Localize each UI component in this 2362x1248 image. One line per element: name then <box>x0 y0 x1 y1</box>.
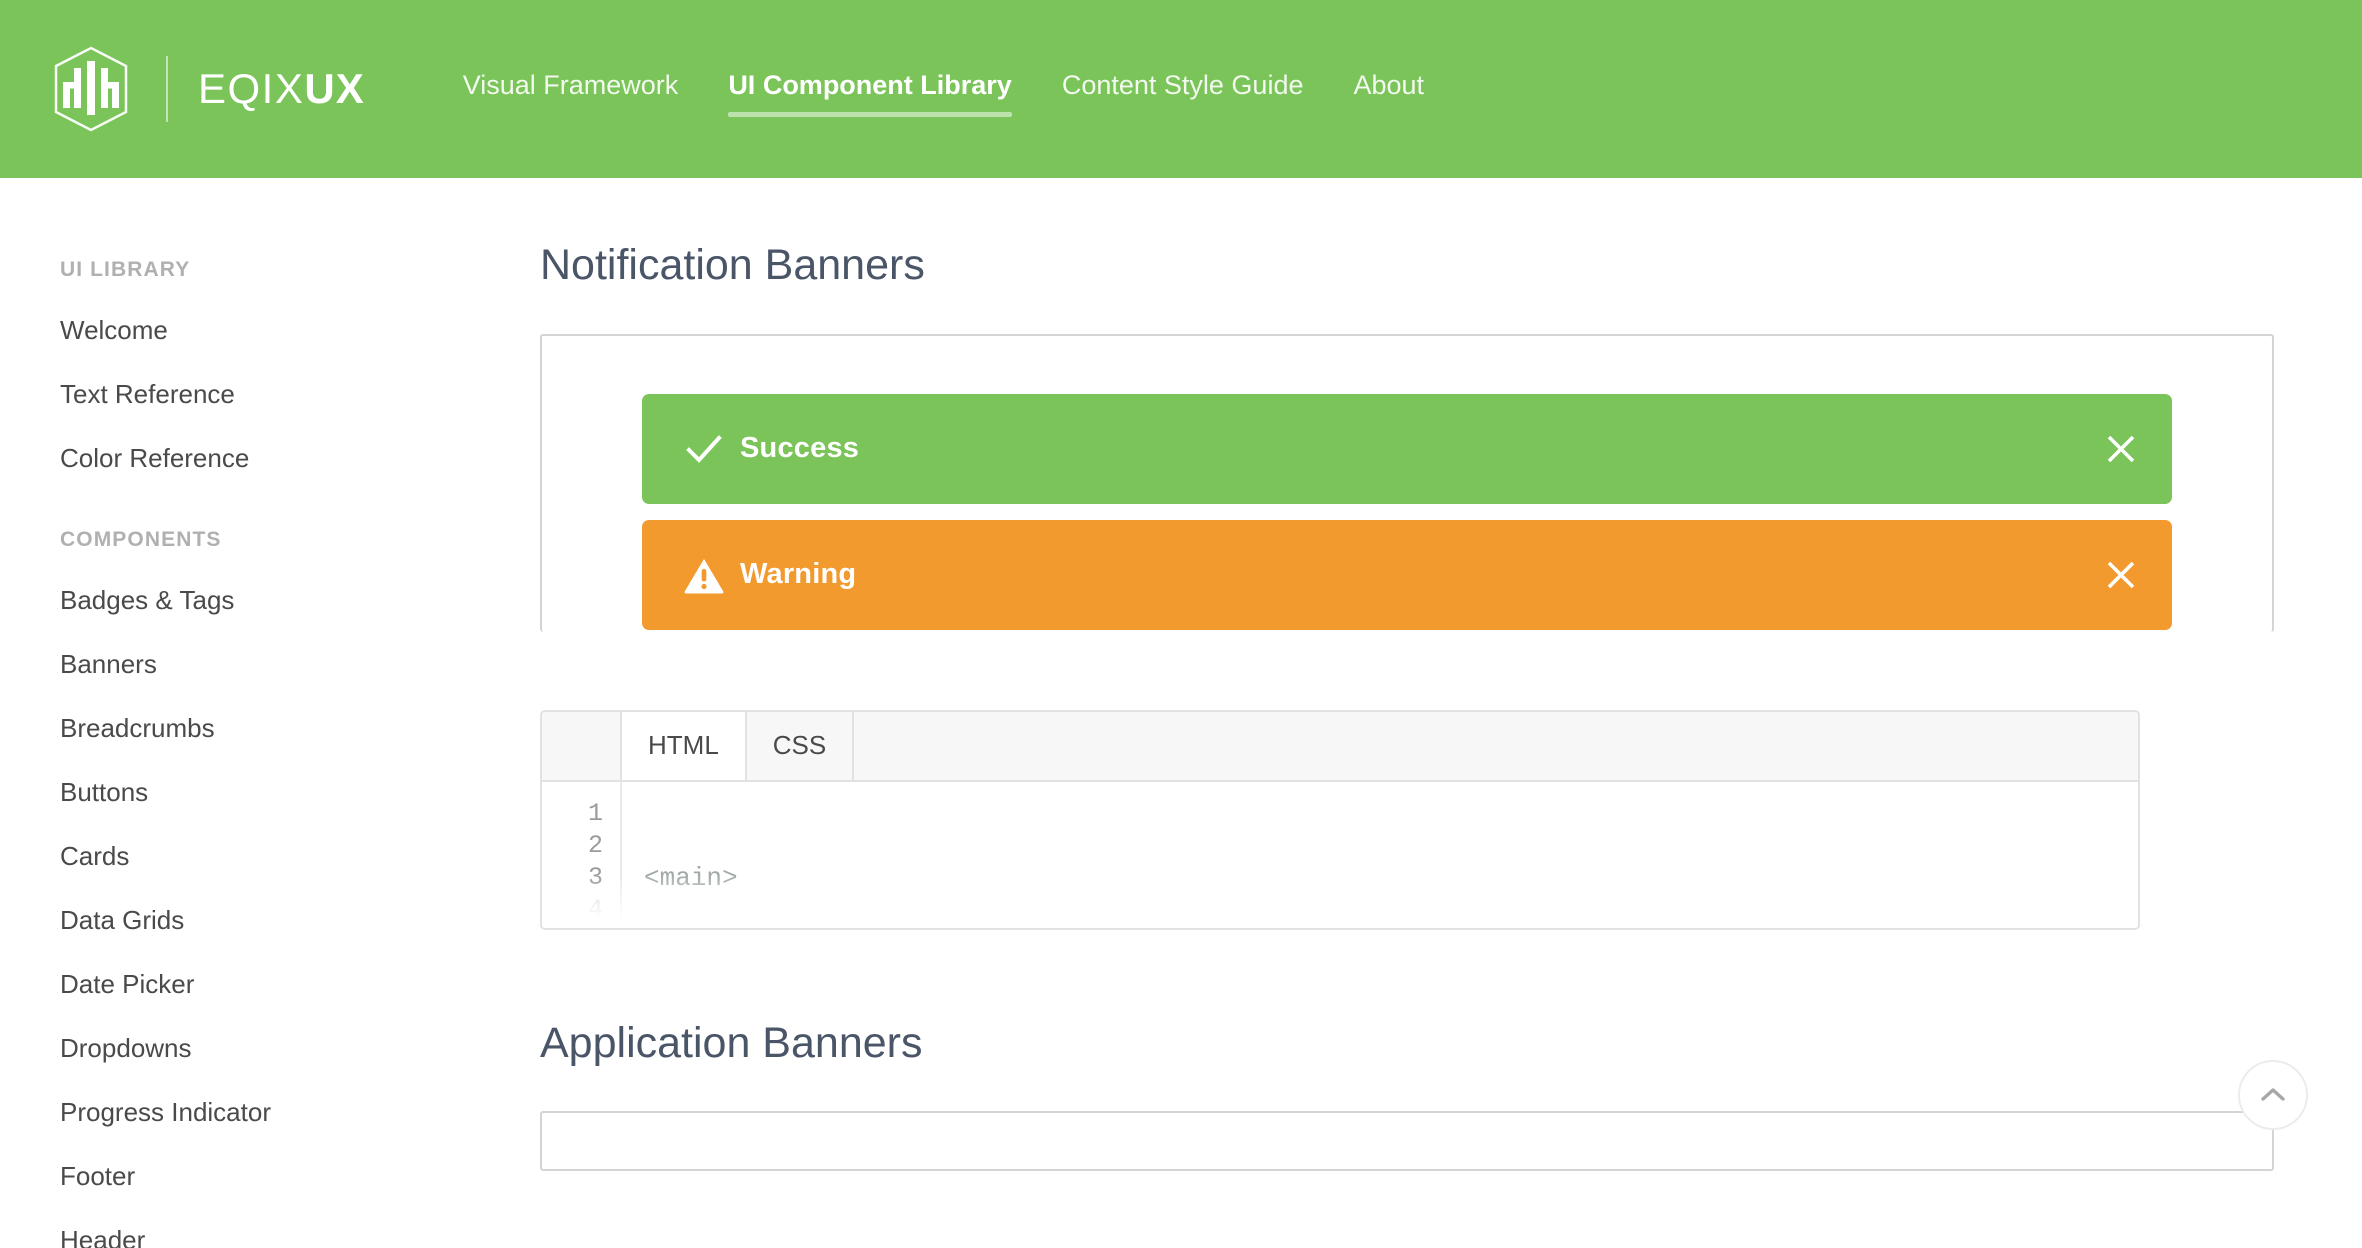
sidebar-item-color-reference[interactable]: Color Reference <box>60 434 540 482</box>
sidebar-item-data-grids[interactable]: Data Grids <box>60 896 540 944</box>
sidebar: UI LIBRARY Welcome Text Reference Color … <box>0 178 540 1248</box>
sidebar-item-header[interactable]: Header <box>60 1216 540 1248</box>
page-title-application-banners: Application Banners <box>540 1018 923 1067</box>
sidebar-item-progress-indicator[interactable]: Progress Indicator <box>60 1088 540 1136</box>
code-line-numbers: 1 2 3 4 5 <box>542 781 622 928</box>
chevron-up-icon <box>2256 1078 2290 1112</box>
sidebar-item-cards[interactable]: Cards <box>60 832 540 880</box>
line-number: 5 <box>542 926 603 928</box>
sidebar-group-components: COMPONENTS Badges & Tags Banners Breadcr… <box>60 528 540 1248</box>
code-sample-body: 1 2 3 4 5 <main> <div class="banner bann… <box>542 781 2138 928</box>
sidebar-item-dropdowns[interactable]: Dropdowns <box>60 1024 540 1072</box>
sidebar-item-footer[interactable]: Footer <box>60 1152 540 1200</box>
banner-warning-label: Warning <box>740 558 857 591</box>
sidebar-item-date-picker[interactable]: Date Picker <box>60 960 540 1008</box>
sidebar-item-text-reference[interactable]: Text Reference <box>60 370 540 418</box>
check-icon <box>682 427 726 471</box>
equinix-hex-logo-icon <box>48 46 134 132</box>
sidebar-item-breadcrumbs[interactable]: Breadcrumbs <box>60 704 540 752</box>
code-line: <main> <box>644 862 738 893</box>
tab-css[interactable]: CSS <box>746 711 855 780</box>
banner-warning-close-icon[interactable] <box>2098 552 2144 598</box>
line-number: 2 <box>587 830 603 860</box>
line-number: 1 <box>587 798 603 828</box>
sidebar-item-buttons[interactable]: Buttons <box>60 768 540 816</box>
code-sample: HTML CSS 1 2 3 4 5 <main> <div class="ba… <box>540 709 2140 930</box>
banner-success: Success <box>642 393 2172 504</box>
brand-name: EQIXUX <box>198 65 365 113</box>
code-tabs-filler <box>854 711 2138 780</box>
application-banners-demo-card <box>540 1111 2274 1172</box>
banner-success-body: Success <box>682 427 2098 471</box>
sidebar-item-welcome[interactable]: Welcome <box>60 306 540 354</box>
page-body: UI LIBRARY Welcome Text Reference Color … <box>0 178 2362 1248</box>
sidebar-item-badges-tags[interactable]: Badges & Tags <box>60 576 540 624</box>
nav-item-visual-framework[interactable]: Visual Framework <box>463 62 679 117</box>
code-line-content[interactable]: <main> <div class="banner banner-success… <box>622 782 2138 928</box>
sidebar-group-title-ui-library: UI LIBRARY <box>60 258 191 281</box>
brand-logo[interactable]: EQIXUX <box>48 39 365 139</box>
sidebar-group-title-components: COMPONENTS <box>60 528 222 551</box>
banner-warning-body: Warning <box>682 553 2098 597</box>
brand-divider <box>166 56 168 122</box>
line-number: 3 <box>587 862 603 892</box>
brand-name-bold: UX <box>304 65 365 112</box>
tab-html[interactable]: HTML <box>622 711 747 780</box>
sidebar-group-ui-library: UI LIBRARY Welcome Text Reference Color … <box>60 258 540 482</box>
banner-success-label: Success <box>740 432 860 465</box>
scroll-to-top-button[interactable] <box>2238 1060 2308 1130</box>
nav-item-content-style-guide[interactable]: Content Style Guide <box>1062 62 1304 117</box>
main-content: Notification Banners Success Warning HTM… <box>540 178 2362 1172</box>
main-navigation: Visual Framework UI Component Library Co… <box>463 39 1424 139</box>
site-header: EQIXUX Visual Framework UI Component Lib… <box>0 0 2362 178</box>
banner-warning: Warning <box>642 519 2172 630</box>
nav-item-ui-component-library[interactable]: UI Component Library <box>728 62 1012 117</box>
page-title-notification-banners: Notification Banners <box>540 241 925 289</box>
notification-banners-demo-card: Success Warning <box>540 333 2274 632</box>
nav-item-about[interactable]: About <box>1353 62 1424 117</box>
sidebar-item-banners[interactable]: Banners <box>60 640 540 688</box>
banner-success-close-icon[interactable] <box>2098 426 2144 472</box>
code-sample-tabs: HTML CSS <box>542 711 2138 782</box>
line-number: 4 <box>587 894 603 924</box>
brand-name-light: EQIX <box>198 65 305 112</box>
warning-triangle-icon <box>682 553 726 597</box>
code-tabs-gutter-spacer <box>542 711 622 780</box>
